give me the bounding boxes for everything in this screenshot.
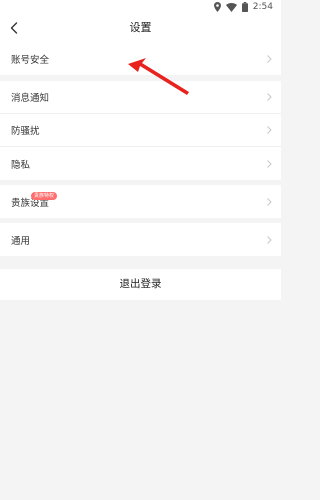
noble-privilege-badge: 贵族特权 bbox=[31, 192, 58, 200]
noble-settings-item[interactable]: 贵族设置 贵族特权 bbox=[0, 185, 281, 218]
chevron-right-icon bbox=[267, 126, 272, 134]
general-label: 通用 bbox=[11, 235, 31, 247]
status-time: 2:54 bbox=[252, 2, 273, 12]
chevron-right-icon bbox=[267, 197, 272, 206]
back-button[interactable] bbox=[4, 18, 24, 38]
chevron-right-icon bbox=[267, 235, 272, 244]
anti-harassment-label: 防骚扰 bbox=[11, 126, 40, 137]
status-bar: 2:54 bbox=[0, 0, 281, 14]
back-arrow-icon bbox=[10, 22, 18, 34]
page-title: 设置 bbox=[129, 21, 152, 34]
anti-harassment-item[interactable]: 防骚扰 bbox=[0, 114, 281, 147]
status-icons: 2:54 bbox=[213, 1, 273, 13]
privacy-label: 隐私 bbox=[11, 159, 31, 171]
privacy-item[interactable]: 隐私 bbox=[0, 147, 281, 180]
battery-icon bbox=[241, 2, 248, 12]
settings-group-general: 通用 bbox=[0, 223, 281, 256]
wifi-icon bbox=[225, 2, 237, 12]
chevron-right-icon bbox=[267, 93, 272, 101]
chevron-right-icon bbox=[267, 159, 272, 168]
app-bar: 设置 bbox=[0, 14, 281, 42]
chevron-right-icon bbox=[267, 54, 272, 63]
logout-button[interactable]: 退出登录 bbox=[0, 269, 281, 300]
general-item[interactable]: 通用 bbox=[0, 223, 281, 256]
location-icon bbox=[213, 2, 221, 12]
annotation-arrow-icon bbox=[128, 58, 189, 95]
message-notification-label: 消息通知 bbox=[11, 93, 50, 104]
account-security-label: 账号安全 bbox=[11, 54, 50, 66]
settings-group-noble: 贵族设置 贵族特权 bbox=[0, 185, 281, 218]
